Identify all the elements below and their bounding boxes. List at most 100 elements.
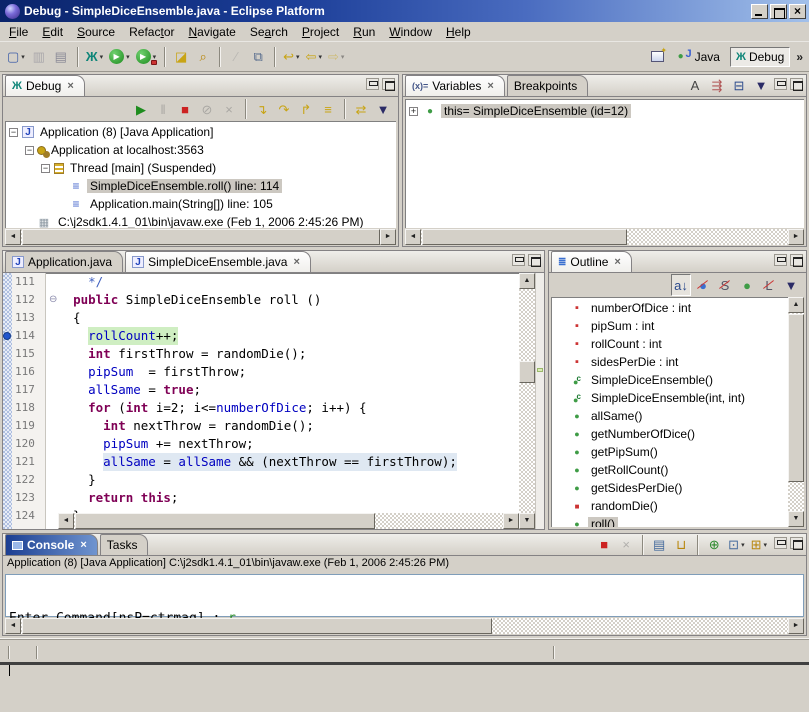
editor-vscrollbar-thumb[interactable] <box>519 361 535 383</box>
outline-item[interactable]: ▪pipSum : int <box>569 317 788 335</box>
menu-run[interactable]: Run <box>346 23 382 41</box>
outline-item[interactable]: ●roll() <box>569 515 788 527</box>
menu-window[interactable]: Window <box>382 23 439 41</box>
terminate-icon[interactable]: ■ <box>175 98 195 120</box>
scroll-lock-icon[interactable]: ⊔ <box>671 534 691 556</box>
perspective-debug-button[interactable]: Ж Debug <box>730 47 790 67</box>
debug-icon[interactable]: Ж▾ <box>84 46 105 68</box>
collapse-minus-icon[interactable]: − <box>9 128 18 137</box>
outline-item[interactable]: ●getNumberOfDice() <box>569 425 788 443</box>
scroll-up-icon[interactable]: ▲ <box>788 297 804 313</box>
console-maximize-icon[interactable] <box>790 537 803 549</box>
outline-item[interactable]: ■randomDie() <box>569 497 788 515</box>
tab-close-icon[interactable]: × <box>67 80 73 92</box>
suspend-icon[interactable]: ‖ <box>153 98 173 120</box>
view-menu-icon[interactable]: ▼ <box>781 274 801 296</box>
menu-refactor[interactable]: Refactor <box>122 23 181 41</box>
open-perspective-icon[interactable] <box>648 46 668 68</box>
remove-terminated-icon[interactable]: × <box>616 534 636 556</box>
collapse-minus-icon[interactable]: − <box>41 164 50 173</box>
current-line-marker[interactable] <box>537 368 543 372</box>
hide-local-types-icon[interactable]: L <box>759 274 779 296</box>
scroll-up-icon[interactable]: ▲ <box>519 273 535 289</box>
window-close-button[interactable] <box>789 4 806 19</box>
outline-item[interactable]: ●getRollCount() <box>569 461 788 479</box>
scroll-left-icon[interactable]: ◄ <box>5 618 21 634</box>
menu-file[interactable]: File <box>2 23 35 41</box>
view-menu-icon[interactable]: ▼ <box>751 75 771 97</box>
collapse-minus-icon[interactable]: − <box>25 146 34 155</box>
mark-occurrences-icon[interactable]: ∕ <box>226 46 246 68</box>
show-logical-structures-icon[interactable]: ⇶ <box>707 75 727 97</box>
print-icon[interactable]: ▤ <box>51 46 71 68</box>
editor-minimize-icon[interactable] <box>512 254 525 266</box>
external-tools-icon[interactable]: ▶▾ <box>134 46 159 68</box>
variables-view-maximize-icon[interactable] <box>790 78 803 90</box>
scroll-right-icon[interactable]: ► <box>788 229 804 245</box>
outline-vscrollbar[interactable]: ▲ ▼ <box>788 297 804 527</box>
tab-variables[interactable]: (x)= Variables × <box>405 75 505 96</box>
scroll-right-icon[interactable]: ► <box>788 618 804 634</box>
title-bar[interactable]: Debug - SimpleDiceEnsemble.java - Eclips… <box>0 0 809 22</box>
save-icon[interactable]: ▥ <box>29 46 49 68</box>
tab-close-icon[interactable]: × <box>293 256 299 268</box>
tab-close-icon[interactable]: × <box>80 539 86 551</box>
debug-node-frame-roll[interactable]: ≡SimpleDiceEnsemble.roll() line: 114 <box>5 177 396 195</box>
dropdown-arrow-icon[interactable]: ▾ <box>318 53 322 61</box>
clear-console-icon[interactable]: ▤ <box>649 534 669 556</box>
debug-node-thread[interactable]: −Thread [main] (Suspended) <box>5 159 396 177</box>
disconnect-icon[interactable]: ⊘ <box>197 98 217 120</box>
debug-node-process[interactable]: ▦C:\j2sdk1.4.1_01\bin\javaw.exe (Feb 1, … <box>5 213 396 228</box>
menu-help[interactable]: Help <box>439 23 478 41</box>
outline-item[interactable]: ●getPipSum() <box>569 443 788 461</box>
console-minimize-icon[interactable] <box>774 537 787 549</box>
dropdown-arrow-icon[interactable]: ▾ <box>100 53 104 61</box>
scroll-left-icon[interactable]: ◄ <box>405 229 421 245</box>
variables-view-minimize-icon[interactable] <box>774 78 787 90</box>
editor-code[interactable]: */ public SimpleDiceEnsemble roll () { r… <box>58 273 519 513</box>
editor-marker-bar[interactable] <box>3 273 12 529</box>
tab-debug[interactable]: Ж Debug × <box>5 75 85 96</box>
step-with-filters-icon[interactable]: ⇄ <box>351 98 371 120</box>
resume-icon[interactable]: ▶ <box>131 98 151 120</box>
hide-static-icon[interactable]: S <box>715 274 735 296</box>
variables-hscrollbar-thumb[interactable] <box>422 229 627 245</box>
debug-view-minimize-icon[interactable] <box>366 78 379 90</box>
console-output[interactable]: Enter Command[nsP=ctrmaq] : r <box>5 574 804 617</box>
tab-application-java[interactable]: J Application.java <box>5 251 123 272</box>
editor-vscrollbar[interactable]: ▲ ▼ <box>519 273 535 529</box>
hide-fields-icon[interactable]: ● <box>693 274 713 296</box>
window-minimize-button[interactable] <box>751 4 768 19</box>
display-console-icon[interactable]: ⊡▾ <box>726 534 746 556</box>
search-icon[interactable]: ⌕ <box>193 46 213 68</box>
menu-edit[interactable]: Edit <box>35 23 70 41</box>
scroll-left-icon[interactable]: ◄ <box>5 229 21 245</box>
editor-overview-ruler[interactable] <box>535 273 544 529</box>
hide-nonpublic-icon[interactable]: ● <box>737 274 757 296</box>
editor-body[interactable]: 1111121131141151161171181191201211221231… <box>3 273 544 529</box>
dropdown-arrow-icon[interactable]: ▾ <box>126 53 130 61</box>
perspective-java-button[interactable]: Java <box>673 47 726 67</box>
dropdown-arrow-icon[interactable]: ▾ <box>741 541 745 549</box>
editor-maximize-icon[interactable] <box>528 254 541 266</box>
tab-console[interactable]: Console × <box>5 534 98 555</box>
outline-vscrollbar-thumb[interactable] <box>788 314 804 482</box>
breakpoint-icon[interactable] <box>3 332 11 340</box>
variables-hscrollbar[interactable]: ◄ ► <box>405 229 804 245</box>
pin-console-icon[interactable]: ⊕ <box>704 534 724 556</box>
tab-outline[interactable]: ≣ Outline × <box>551 251 632 272</box>
step-into-icon[interactable]: ↴ <box>252 98 272 120</box>
perspective-overflow-chevron[interactable]: » <box>796 50 803 64</box>
debug-hscrollbar[interactable]: ◄ ► <box>5 229 396 245</box>
open-type-icon[interactable]: ◪ <box>171 46 191 68</box>
debug-hscrollbar-thumb[interactable] <box>22 229 380 245</box>
expand-plus-icon[interactable]: + <box>409 107 418 116</box>
variable-this[interactable]: +●this= SimpleDiceEnsemble (id=12) <box>405 102 804 120</box>
scroll-right-icon[interactable]: ► <box>380 229 396 245</box>
view-menu-icon[interactable]: ▼ <box>373 98 393 120</box>
collapse-all-icon[interactable]: ⊟ <box>729 75 749 97</box>
dropdown-arrow-icon[interactable]: ▾ <box>341 53 345 61</box>
outline-item[interactable]: ●allSame() <box>569 407 788 425</box>
console-hscrollbar[interactable]: ◄ ► <box>5 618 804 634</box>
window-maximize-button[interactable] <box>770 4 787 19</box>
